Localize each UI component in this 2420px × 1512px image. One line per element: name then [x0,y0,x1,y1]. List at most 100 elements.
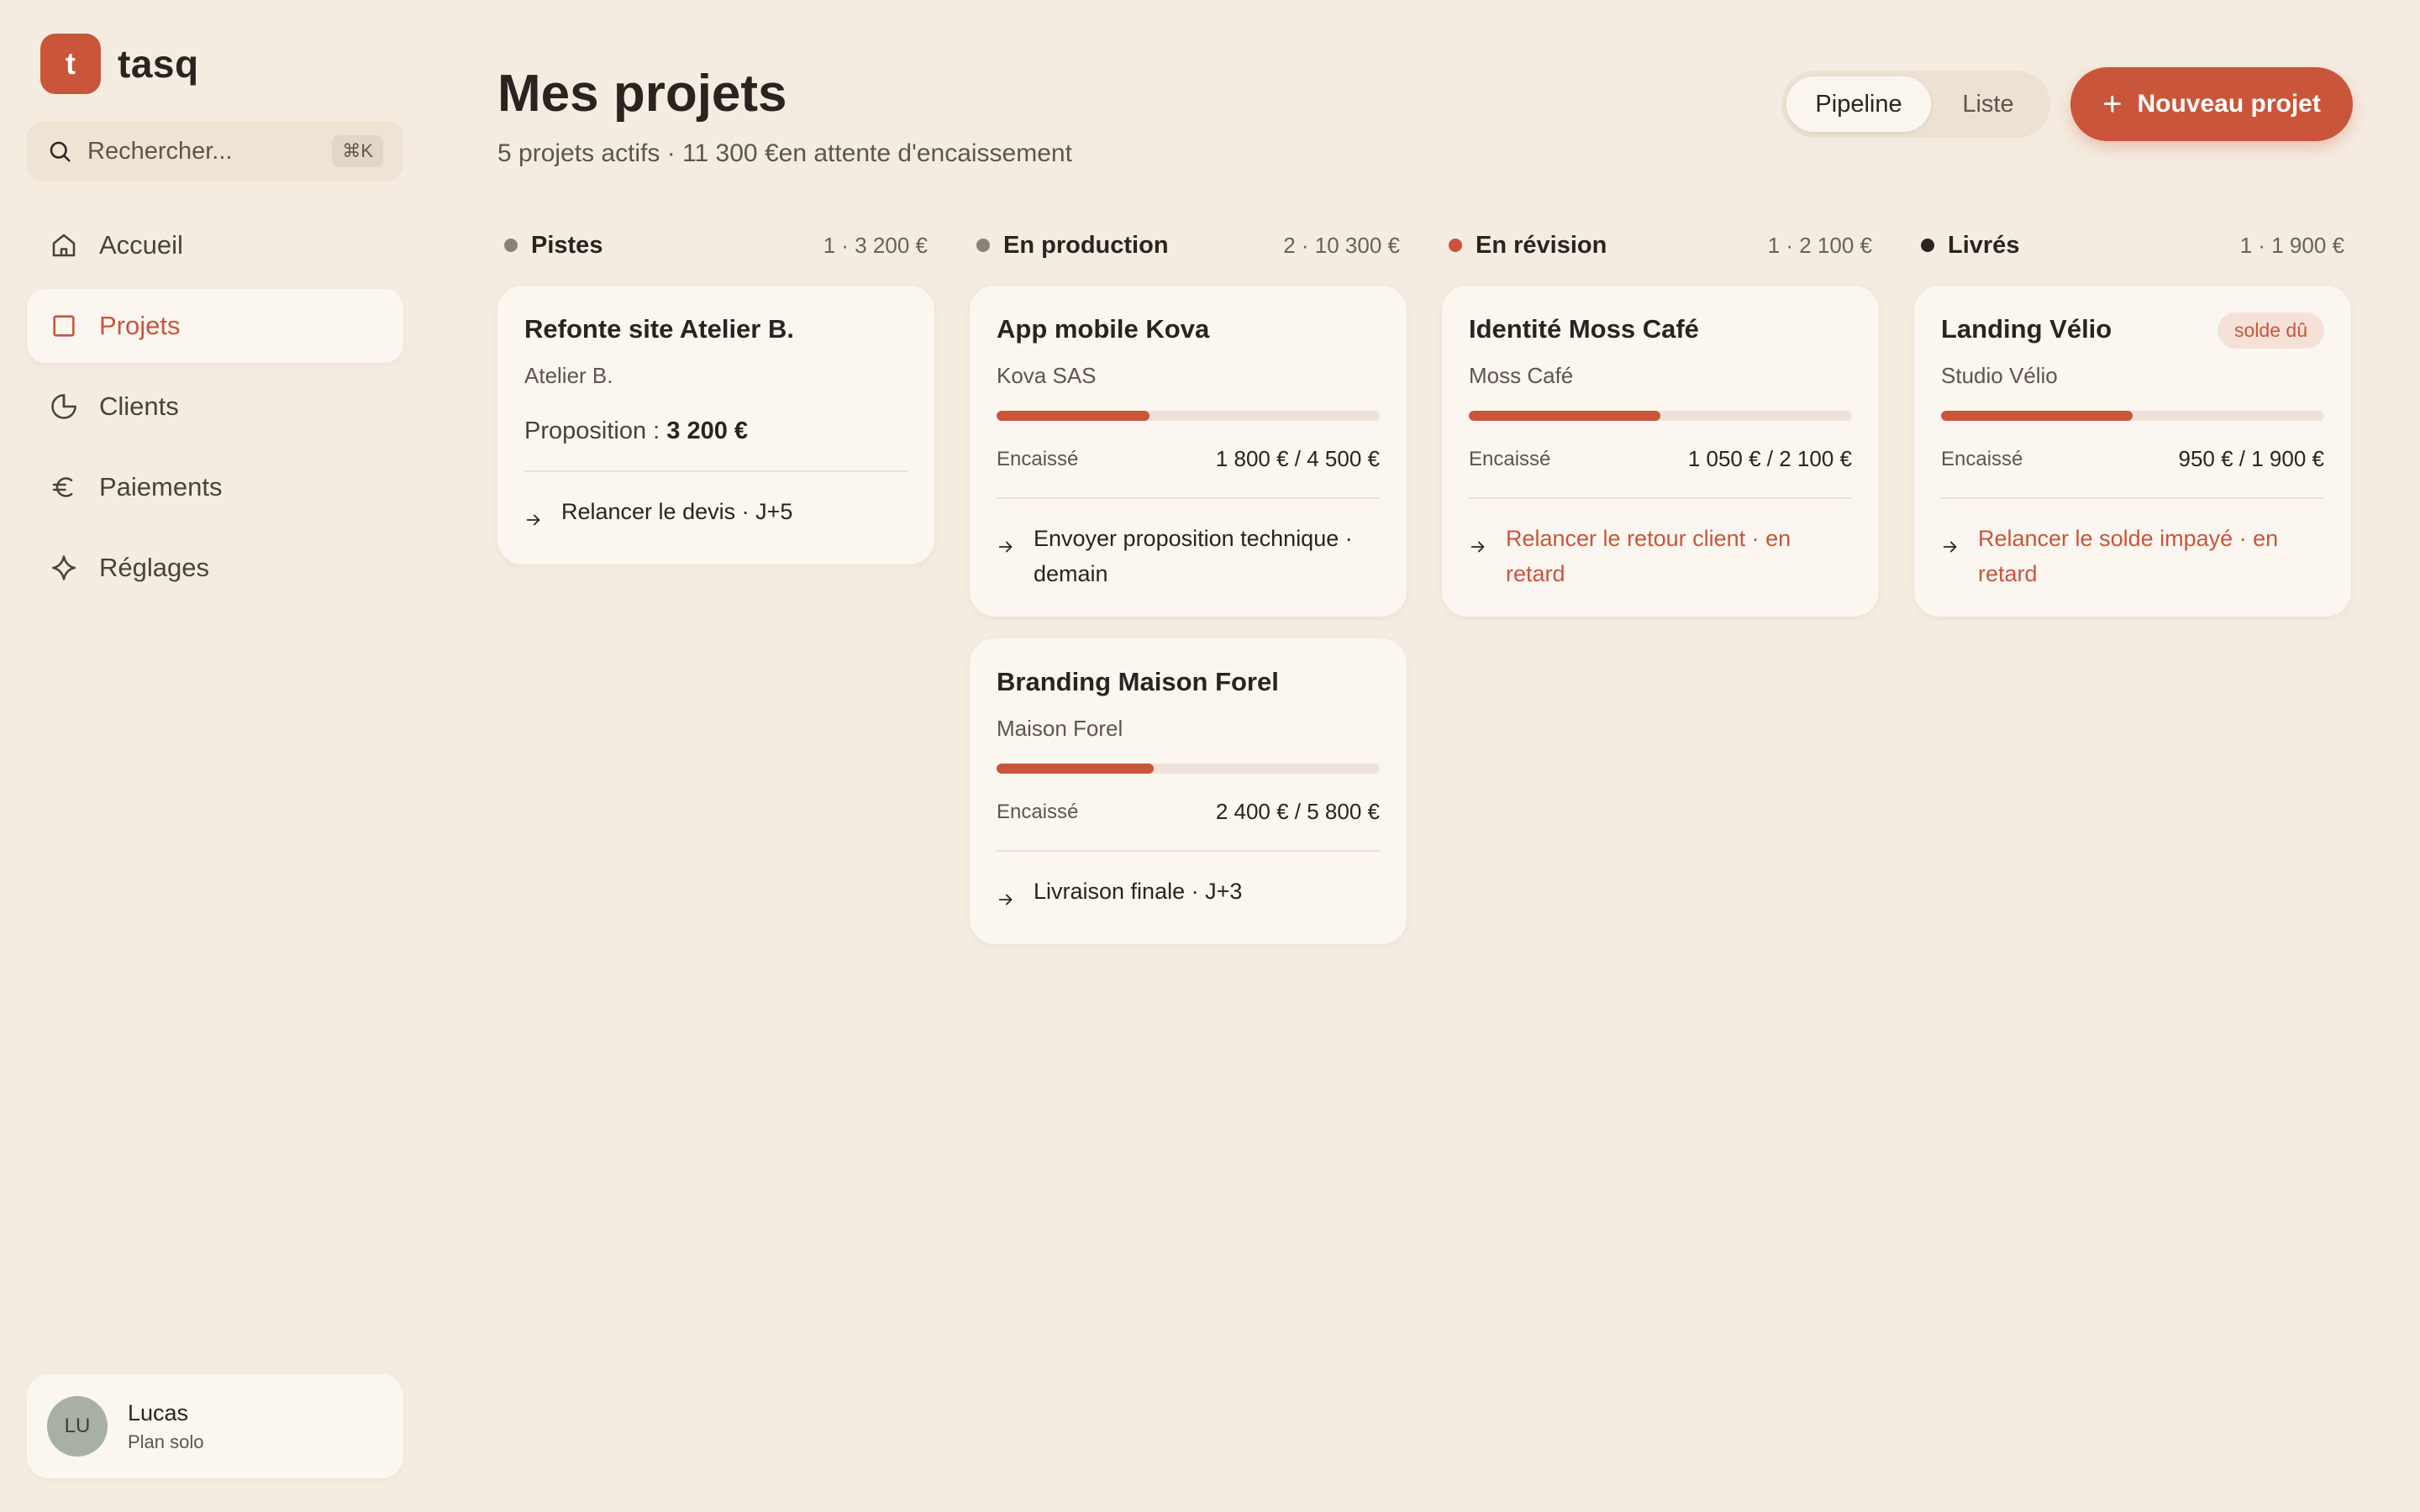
column-name: En production [1003,231,1169,259]
column-en-production: En production 2 · 10 300 € App mobile Ko… [970,227,1407,944]
paid-label: Encaissé [997,447,1079,470]
toggle-liste[interactable]: Liste [1931,76,2045,132]
paid-row: Encaissé 1 050 € / 2 100 € [1469,446,1852,472]
next-action-text: Relancer le devis · J+5 [561,499,793,524]
card-title: Refonte site Atelier B. [524,314,794,344]
sidebar-item-projets[interactable]: Projets [27,289,403,363]
card-divider [524,470,908,472]
card-title: App mobile Kova [997,314,1210,344]
page-title: Mes projets [497,65,787,123]
card-next-action[interactable]: Relancer le retour client · en retard [1469,521,1852,591]
next-action-text: Envoyer proposition technique · demain [1034,526,1353,586]
card-next-action[interactable]: Relancer le devis · J+5 [524,494,908,539]
arrow-right-icon [997,521,1034,591]
status-dot [976,239,990,252]
user-plan: Plan solo [128,1431,204,1452]
paid-label: Encaissé [1941,447,2023,470]
progress-fill [1941,411,2133,421]
card-divider [997,497,1380,499]
app-name: tasq [118,42,199,86]
card-divider [1469,497,1852,499]
paid-row: Encaissé 1 800 € / 4 500 € [997,446,1380,472]
card-client: Maison Forel [997,716,1123,741]
project-card[interactable]: App mobile Kova Kova SAS Encaissé 1 800 … [970,286,1407,617]
column-header: Pistes 1 · 3 200 € [497,227,934,264]
payment-progress [1469,411,1852,421]
sidebar-item-clients[interactable]: Clients [27,370,403,444]
status-dot [1921,239,1934,252]
column-livres: Livrés 1 · 1 900 € solde dû Landing Véli… [1914,227,2351,617]
user-card[interactable]: LU Lucas Plan solo [27,1374,403,1478]
column-pistes: Pistes 1 · 3 200 € Refonte site Atelier … [497,227,934,564]
arrow-right-icon [1469,521,1506,591]
search-input[interactable] [87,137,323,165]
payment-progress [997,411,1380,421]
paid-value: 950 € / 1 900 € [2178,446,2324,471]
user-meta: Lucas Plan solo [128,1400,204,1453]
euro-icon [47,470,81,504]
new-project-button[interactable]: + Nouveau projet [2070,67,2353,141]
sidebar: t tasq ⌘K Accueil Projets Clients [0,0,430,1512]
search-icon [50,141,71,162]
new-project-label: Nouveau projet [2137,90,2321,118]
status-dot [504,239,518,252]
sidebar-nav: Accueil Projets Clients Paiements Réglag… [27,208,403,612]
paid-value: 1 800 € / 4 500 € [1215,446,1380,471]
next-action-text: Relancer le retour client · en retard [1506,526,1791,586]
sidebar-item-accueil[interactable]: Accueil [27,208,403,282]
progress-fill [997,764,1154,774]
status-dot [1449,239,1462,252]
proposal-label: Proposition : [524,417,667,444]
card-next-action[interactable]: Envoyer proposition technique · demain [997,521,1380,591]
home-icon [47,228,81,262]
search-shortcut: ⌘K [332,135,383,167]
sidebar-item-label: Projets [99,311,181,340]
card-title: Identité Moss Café [1469,314,1699,344]
project-card[interactable]: Branding Maison Forel Maison Forel Encai… [970,638,1407,944]
column-header: En production 2 · 10 300 € [970,227,1407,264]
logo-mark: t [40,34,101,94]
column-meta: 1 · 3 200 € [823,232,928,258]
status-badge: solde dû [2217,312,2324,349]
card-client: Studio Vélio [1941,363,2058,388]
user-name: Lucas [128,1399,189,1425]
column-name: En révision [1476,231,1607,259]
project-card[interactable]: Identité Moss Café Moss Café Encaissé 1 … [1442,286,1879,617]
arrow-right-icon [524,494,561,539]
proposal-value: 3 200 € [666,417,749,444]
sidebar-item-label: Clients [99,391,179,421]
square-icon [47,309,81,343]
project-card[interactable]: solde dû Landing Vélio Studio Vélio Enca… [1914,286,2351,617]
search-box[interactable]: ⌘K [27,121,403,181]
app-logo[interactable]: t tasq [40,34,199,94]
card-next-action[interactable]: Livraison finale · J+3 [997,874,1380,919]
sidebar-item-paiements[interactable]: Paiements [27,450,403,524]
card-divider [1941,497,2324,499]
column-name: Livrés [1948,231,2020,259]
column-meta: 1 · 1 900 € [2239,232,2344,258]
sidebar-item-label: Accueil [99,230,183,260]
card-divider [997,850,1380,852]
project-card[interactable]: Refonte site Atelier B. Atelier B. Propo… [497,286,934,564]
arrow-right-icon [997,874,1034,919]
card-next-action[interactable]: Relancer le solde impayé · en retard [1941,521,2324,591]
card-proposal: Proposition : 3 200 € [524,417,908,445]
progress-fill [1469,411,1660,421]
plus-icon: + [2102,86,2123,123]
toggle-pipeline[interactable]: Pipeline [1786,76,1931,132]
sidebar-item-reglages[interactable]: Réglages [27,531,403,605]
column-meta: 2 · 10 300 € [1283,232,1400,258]
page-subtitle: 5 projets actifs · 11 300 €en attente d'… [497,139,1072,167]
column-header: Livrés 1 · 1 900 € [1914,227,2351,264]
column-name: Pistes [531,231,603,259]
card-client: Atelier B. [524,363,613,388]
avatar: LU [47,1396,108,1457]
card-title: Branding Maison Forel [997,667,1279,696]
paid-value: 2 400 € / 5 800 € [1215,799,1380,824]
column-meta: 1 · 2 100 € [1767,232,1872,258]
card-client: Kova SAS [997,363,1097,388]
next-action-text: Livraison finale · J+3 [1034,879,1243,904]
pie-chart-icon [47,390,81,423]
sidebar-item-label: Paiements [99,472,223,501]
paid-label: Encaissé [997,800,1079,823]
